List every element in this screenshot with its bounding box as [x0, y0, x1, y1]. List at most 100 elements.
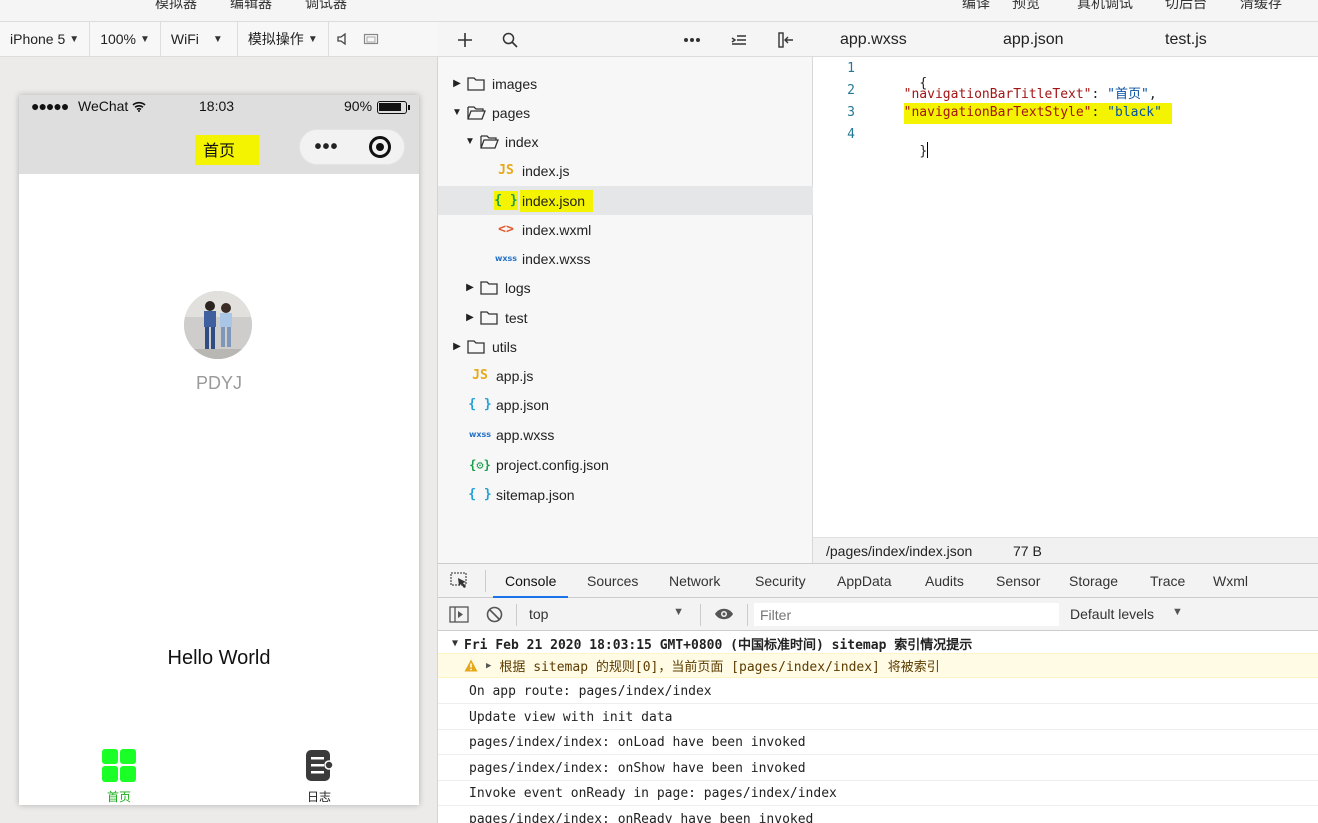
code-line-2[interactable]: "navigationBarTitleText": "首页", [888, 83, 1157, 102]
window-icon[interactable] [357, 22, 385, 56]
grid-icon [102, 749, 136, 782]
tree-file-index-wxss[interactable]: wxss index.wxss [438, 244, 813, 273]
divider [516, 604, 517, 626]
editor-tab-bar: app.wxss app.json test.js [813, 22, 1318, 57]
code-editor[interactable]: 1 { 2 "navigationBarTitleText": "首页", 3 … [813, 57, 1318, 537]
tree-folder-test[interactable]: ▶ test [438, 303, 813, 332]
chevron-down-icon: ▼ [1172, 606, 1183, 618]
tree-label: images [492, 75, 538, 92]
device-select[interactable]: iPhone 5 ▼ [0, 22, 91, 56]
inspect-element-icon[interactable] [450, 572, 470, 593]
carrier-text: WeChat [78, 98, 129, 114]
line-number: 1 [847, 61, 855, 76]
battery-percent: 90% [344, 98, 373, 114]
volume-icon[interactable] [329, 22, 357, 56]
avatar [184, 291, 252, 359]
split-icon[interactable] [774, 28, 798, 52]
code-token: : [1091, 105, 1108, 120]
devtools-tab-storage[interactable]: Storage [1069, 573, 1118, 589]
menu-background[interactable]: 切后台 [1165, 0, 1207, 13]
menu-preview[interactable]: 预览 [1012, 0, 1040, 13]
file-path: /pages/index/index.json [826, 543, 973, 559]
devtools-tab-console[interactable]: Console [492, 573, 569, 598]
tree-file-app-wxss[interactable]: wxss app.wxss [438, 420, 813, 449]
menu-editor[interactable]: 编辑器 [230, 0, 272, 13]
tree-file-app-json[interactable]: { } app.json [438, 390, 813, 419]
editor-tab-app-wxss[interactable]: app.wxss [840, 31, 907, 49]
status-time: 18:03 [199, 98, 235, 114]
clear-console-icon[interactable] [486, 606, 503, 626]
line-number: 2 [847, 83, 855, 98]
caret-right-icon: ▶ [466, 282, 474, 293]
devtools-tab-appdata[interactable]: AppData [837, 573, 891, 589]
menu-remote-debug[interactable]: 真机调试 [1077, 0, 1133, 13]
tree-label: pages [492, 104, 531, 121]
menu-simulator[interactable]: 模拟器 [155, 0, 197, 13]
close-capsule-icon[interactable] [369, 136, 391, 158]
code-string: "首页" [1107, 87, 1149, 102]
devtools-tab-audits[interactable]: Audits [925, 573, 964, 589]
collapse-icon[interactable] [727, 28, 751, 52]
nav-title: 首页 [195, 135, 260, 165]
more-icon[interactable] [680, 28, 704, 52]
menu-clear-cache[interactable]: 清缓存 [1240, 0, 1282, 13]
tree-file-project-config[interactable]: {⚙} project.config.json [438, 450, 813, 479]
code-line-3[interactable]: "navigationBarTextStyle": "black" [888, 103, 1182, 124]
network-select[interactable]: WiFi ▼ [161, 22, 238, 56]
devtools-tab-security[interactable]: Security [755, 573, 806, 589]
tree-folder-pages[interactable]: ▼ pages [438, 98, 813, 127]
log-icon [306, 750, 334, 781]
tree-file-index-wxml[interactable]: <> index.wxml [438, 215, 813, 244]
devtools-tab-sensor[interactable]: Sensor [996, 573, 1040, 589]
tab-logs[interactable]: 日志 [279, 749, 359, 805]
tree-file-sitemap-json[interactable]: { } sitemap.json [438, 480, 813, 509]
code-string: "black" [1107, 105, 1162, 120]
context-select[interactable]: top ▼ [522, 602, 692, 627]
console-line: Update view with init data [438, 705, 1318, 730]
console-filter-input[interactable] [754, 603, 1059, 626]
tree-file-index-js[interactable]: JS index.js [438, 156, 813, 185]
eye-icon[interactable] [714, 607, 734, 624]
tree-file-app-js[interactable]: JS app.js [438, 361, 813, 390]
menu-debugger[interactable]: 调试器 [305, 0, 347, 13]
log-levels-select[interactable]: Default levels ▼ [1070, 602, 1190, 627]
phone-screen: ●●●●● WeChat 18:03 90% 首页 ••• PDYJ Hello… [19, 95, 419, 805]
add-icon[interactable] [453, 28, 477, 52]
json-file-icon: { } [494, 191, 518, 210]
sidebar-toggle-icon[interactable] [449, 606, 469, 626]
phone-navigation-bar: 首页 ••• [19, 119, 419, 174]
zoom-select[interactable]: 100% ▼ [90, 22, 161, 56]
console-toolbar: top ▼ Default levels ▼ [438, 598, 1318, 631]
chevron-down-icon: ▼ [307, 33, 318, 45]
devtools-tab-sources[interactable]: Sources [587, 573, 638, 589]
console-output: ▼ Fri Feb 21 2020 18:03:15 GMT+0800 (中国标… [438, 631, 1318, 823]
devtools-tab-trace[interactable]: Trace [1150, 573, 1185, 589]
tree-file-index-json[interactable]: { } index.json [438, 186, 813, 215]
tree-folder-index[interactable]: ▼ index [438, 127, 813, 156]
menu-compile[interactable]: 编译 [962, 0, 990, 13]
line-number: 3 [847, 105, 855, 120]
caret-down-icon: ▼ [452, 638, 459, 649]
capsule-menu[interactable]: ••• [299, 129, 405, 165]
console-warning-row[interactable]: ▶ 根据 sitemap 的规则[0]，当前页面 [pages/index/in… [438, 653, 1318, 678]
search-icon[interactable] [498, 28, 522, 52]
divider [700, 604, 701, 626]
tree-folder-utils[interactable]: ▶ utils [438, 332, 813, 361]
devtools-tab-network[interactable]: Network [669, 573, 720, 589]
folder-icon [464, 76, 488, 91]
console-line: pages/index/index: onReady have been inv… [438, 807, 1318, 823]
js-file-icon: JS [498, 163, 514, 178]
devtools-tab-bar: Console Sources Network Security AppData… [438, 563, 1318, 598]
operation-select[interactable]: 模拟操作 ▼ [238, 22, 329, 56]
zoom-select-value: 100% [100, 31, 136, 47]
code-key: "navigationBarTextStyle" [903, 105, 1092, 120]
editor-tab-app-json[interactable]: app.json [1003, 31, 1064, 49]
code-line-4[interactable]: } [888, 127, 929, 174]
devtools-tab-wxml[interactable]: Wxml [1213, 573, 1248, 589]
editor-tab-test-js[interactable]: test.js [1165, 31, 1207, 49]
tree-folder-images[interactable]: ▶ images [438, 69, 813, 98]
more-icon[interactable]: ••• [300, 136, 353, 159]
tab-logs-label: 日志 [306, 790, 331, 804]
tab-home[interactable]: 首页 [79, 749, 159, 805]
tree-folder-logs[interactable]: ▶ logs [438, 273, 813, 302]
